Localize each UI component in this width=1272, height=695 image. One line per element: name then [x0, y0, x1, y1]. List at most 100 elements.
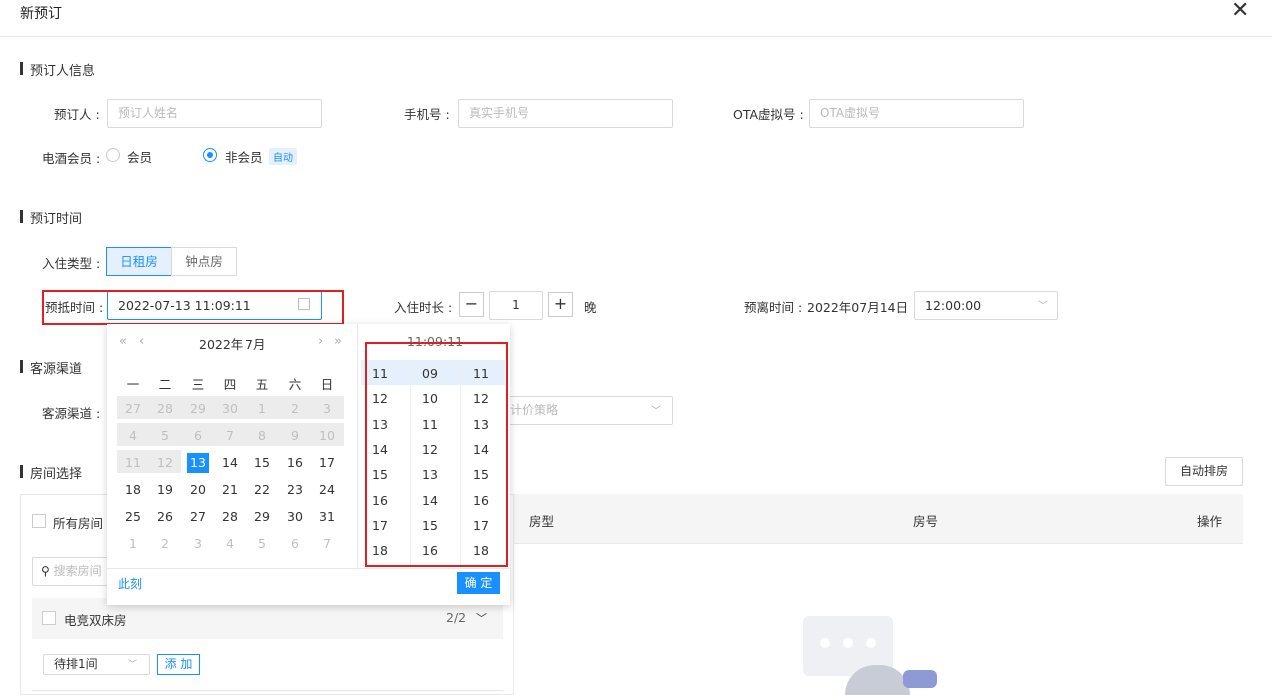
- table-header-room-type: 房型: [529, 514, 555, 529]
- next-year-icon[interactable]: »: [334, 334, 342, 349]
- calendar-day: 8: [258, 428, 266, 443]
- dot: [866, 638, 876, 648]
- section-title-source: 客源渠道: [30, 362, 83, 377]
- calendar-day[interactable]: 23: [279, 480, 311, 500]
- calendar-day[interactable]: 15: [246, 453, 278, 473]
- room-type-checkbox[interactable]: [42, 611, 56, 625]
- prev-year-icon[interactable]: «: [119, 334, 127, 349]
- type-day-button[interactable]: 日租房: [106, 247, 172, 276]
- section-title-time: 预订时间: [30, 212, 83, 227]
- plus-button[interactable]: +: [548, 292, 573, 317]
- calendar-day[interactable]: 22: [246, 480, 278, 500]
- calendar-day[interactable]: 16: [279, 453, 311, 473]
- search-icon: ⚲: [41, 564, 50, 578]
- section-marker: [20, 360, 23, 373]
- weekday: 三: [191, 377, 205, 392]
- room-type-name: 电竞双床房: [64, 613, 127, 628]
- next-month-icon[interactable]: ›: [318, 334, 323, 349]
- table-header-actions: 操作: [1197, 514, 1223, 529]
- calendar-day: 12: [157, 455, 173, 470]
- chevron-down-icon: ﹀: [1038, 301, 1048, 312]
- calendar-year[interactable]: 2022年: [199, 334, 243, 353]
- booker-name-input[interactable]: 预订人姓名: [107, 99, 322, 128]
- member-option-label[interactable]: 会员: [127, 147, 152, 166]
- phone-label: 手机号 :: [404, 107, 450, 122]
- chevron-down-icon[interactable]: ﹀: [476, 610, 487, 626]
- close-icon[interactable]: ✕: [1231, 0, 1249, 22]
- calendar-day: 7: [226, 428, 234, 443]
- add-button[interactable]: 添 加: [157, 654, 200, 675]
- calendar-day[interactable]: 27: [182, 507, 214, 527]
- weekday: 一: [126, 377, 140, 392]
- datetime-picker: « ‹ 2022年 7月 › » 一 二 三 四 五 六 日 27 28 29 30 1…: [107, 324, 510, 605]
- depart-date: 2022年07月14日: [807, 300, 909, 315]
- table-header-room-number: 房号: [913, 514, 939, 529]
- calendar-day[interactable]: 20: [182, 480, 214, 500]
- weekday: 日: [320, 377, 334, 392]
- room-table-header: [514, 494, 1243, 544]
- calendar-day[interactable]: 29: [246, 507, 278, 527]
- calendar-day: 10: [319, 428, 335, 443]
- now-link[interactable]: 此刻: [118, 575, 142, 592]
- depart-label: 预离时间 :: [744, 300, 803, 315]
- channel-label: 客源渠道 :: [42, 406, 101, 421]
- section-marker: [20, 62, 23, 75]
- calendar-day[interactable]: 19: [149, 480, 181, 500]
- duration-unit: 晚: [584, 300, 597, 315]
- calendar-day[interactable]: 31: [311, 507, 343, 527]
- section-title-rooms: 房间选择: [30, 467, 83, 482]
- phone-input[interactable]: 真实手机号: [458, 99, 673, 128]
- highlight-box-arrive: [42, 290, 344, 325]
- calendar-day: 11: [125, 455, 141, 470]
- prev-month-icon[interactable]: ‹: [139, 334, 144, 349]
- depart-time-select[interactable]: 12:00:00: [914, 291, 1058, 320]
- ok-button[interactable]: 确 定: [457, 572, 500, 594]
- all-rooms-label: 所有房间: [53, 516, 104, 531]
- calendar-day[interactable]: 13: [187, 453, 209, 473]
- weekday: 六: [288, 377, 302, 392]
- duration-input[interactable]: 1: [489, 291, 543, 320]
- calendar-day: 1: [129, 536, 137, 551]
- ota-input[interactable]: OTA虚拟号: [809, 99, 1024, 128]
- calendar-day: 4: [226, 536, 234, 551]
- room-search-input[interactable]: ⚲ 搜索房间: [32, 557, 112, 586]
- calendar-day[interactable]: 28: [214, 507, 246, 527]
- room-search-placeholder: 搜索房间: [53, 564, 102, 578]
- duration-label: 入住时长 :: [394, 300, 453, 315]
- dot: [843, 638, 853, 648]
- member-radio[interactable]: [106, 148, 120, 162]
- section-marker: [20, 210, 23, 223]
- type-hour-button[interactable]: 钟点房: [171, 247, 237, 276]
- calendar-day[interactable]: 24: [311, 480, 343, 500]
- checkin-type-label: 入住类型 :: [42, 256, 101, 271]
- ota-label: OTA虚拟号 :: [733, 107, 804, 122]
- weekday: 四: [223, 377, 237, 392]
- all-rooms-checkbox[interactable]: [32, 514, 46, 528]
- empty-mascot-accessory-icon: [903, 670, 937, 688]
- dot: [820, 638, 830, 648]
- calendar-day[interactable]: 17: [311, 453, 343, 473]
- calendar-day: 3: [194, 536, 202, 551]
- calendar-day: 2: [161, 536, 169, 551]
- chevron-down-icon: ﹀: [128, 660, 138, 670]
- calendar-day[interactable]: 25: [117, 507, 149, 527]
- member-label: 电酒会员 :: [42, 151, 101, 166]
- highlight-box-time: [365, 342, 508, 567]
- calendar-day[interactable]: 18: [117, 480, 149, 500]
- calendar-day[interactable]: 26: [149, 507, 181, 527]
- calendar-month[interactable]: 7月: [245, 334, 265, 353]
- nonmember-radio[interactable]: [203, 148, 217, 162]
- minus-button[interactable]: −: [459, 292, 484, 317]
- calendar-day: 3: [323, 401, 331, 416]
- calendar-day[interactable]: 14: [214, 453, 246, 473]
- price-policy-select[interactable]: 计价策略: [500, 396, 673, 425]
- nonmember-option-label[interactable]: 非会员: [225, 147, 263, 166]
- calendar-day: 6: [291, 536, 299, 551]
- chevron-down-icon: ﹀: [651, 406, 661, 417]
- calendar-day[interactable]: 21: [214, 480, 246, 500]
- calendar-day: 1: [258, 401, 266, 416]
- auto-assign-button[interactable]: 自动排房: [1165, 457, 1243, 486]
- calendar-day: 27: [125, 401, 141, 416]
- calendar-day[interactable]: 30: [279, 507, 311, 527]
- dialog-header: [0, 0, 1272, 37]
